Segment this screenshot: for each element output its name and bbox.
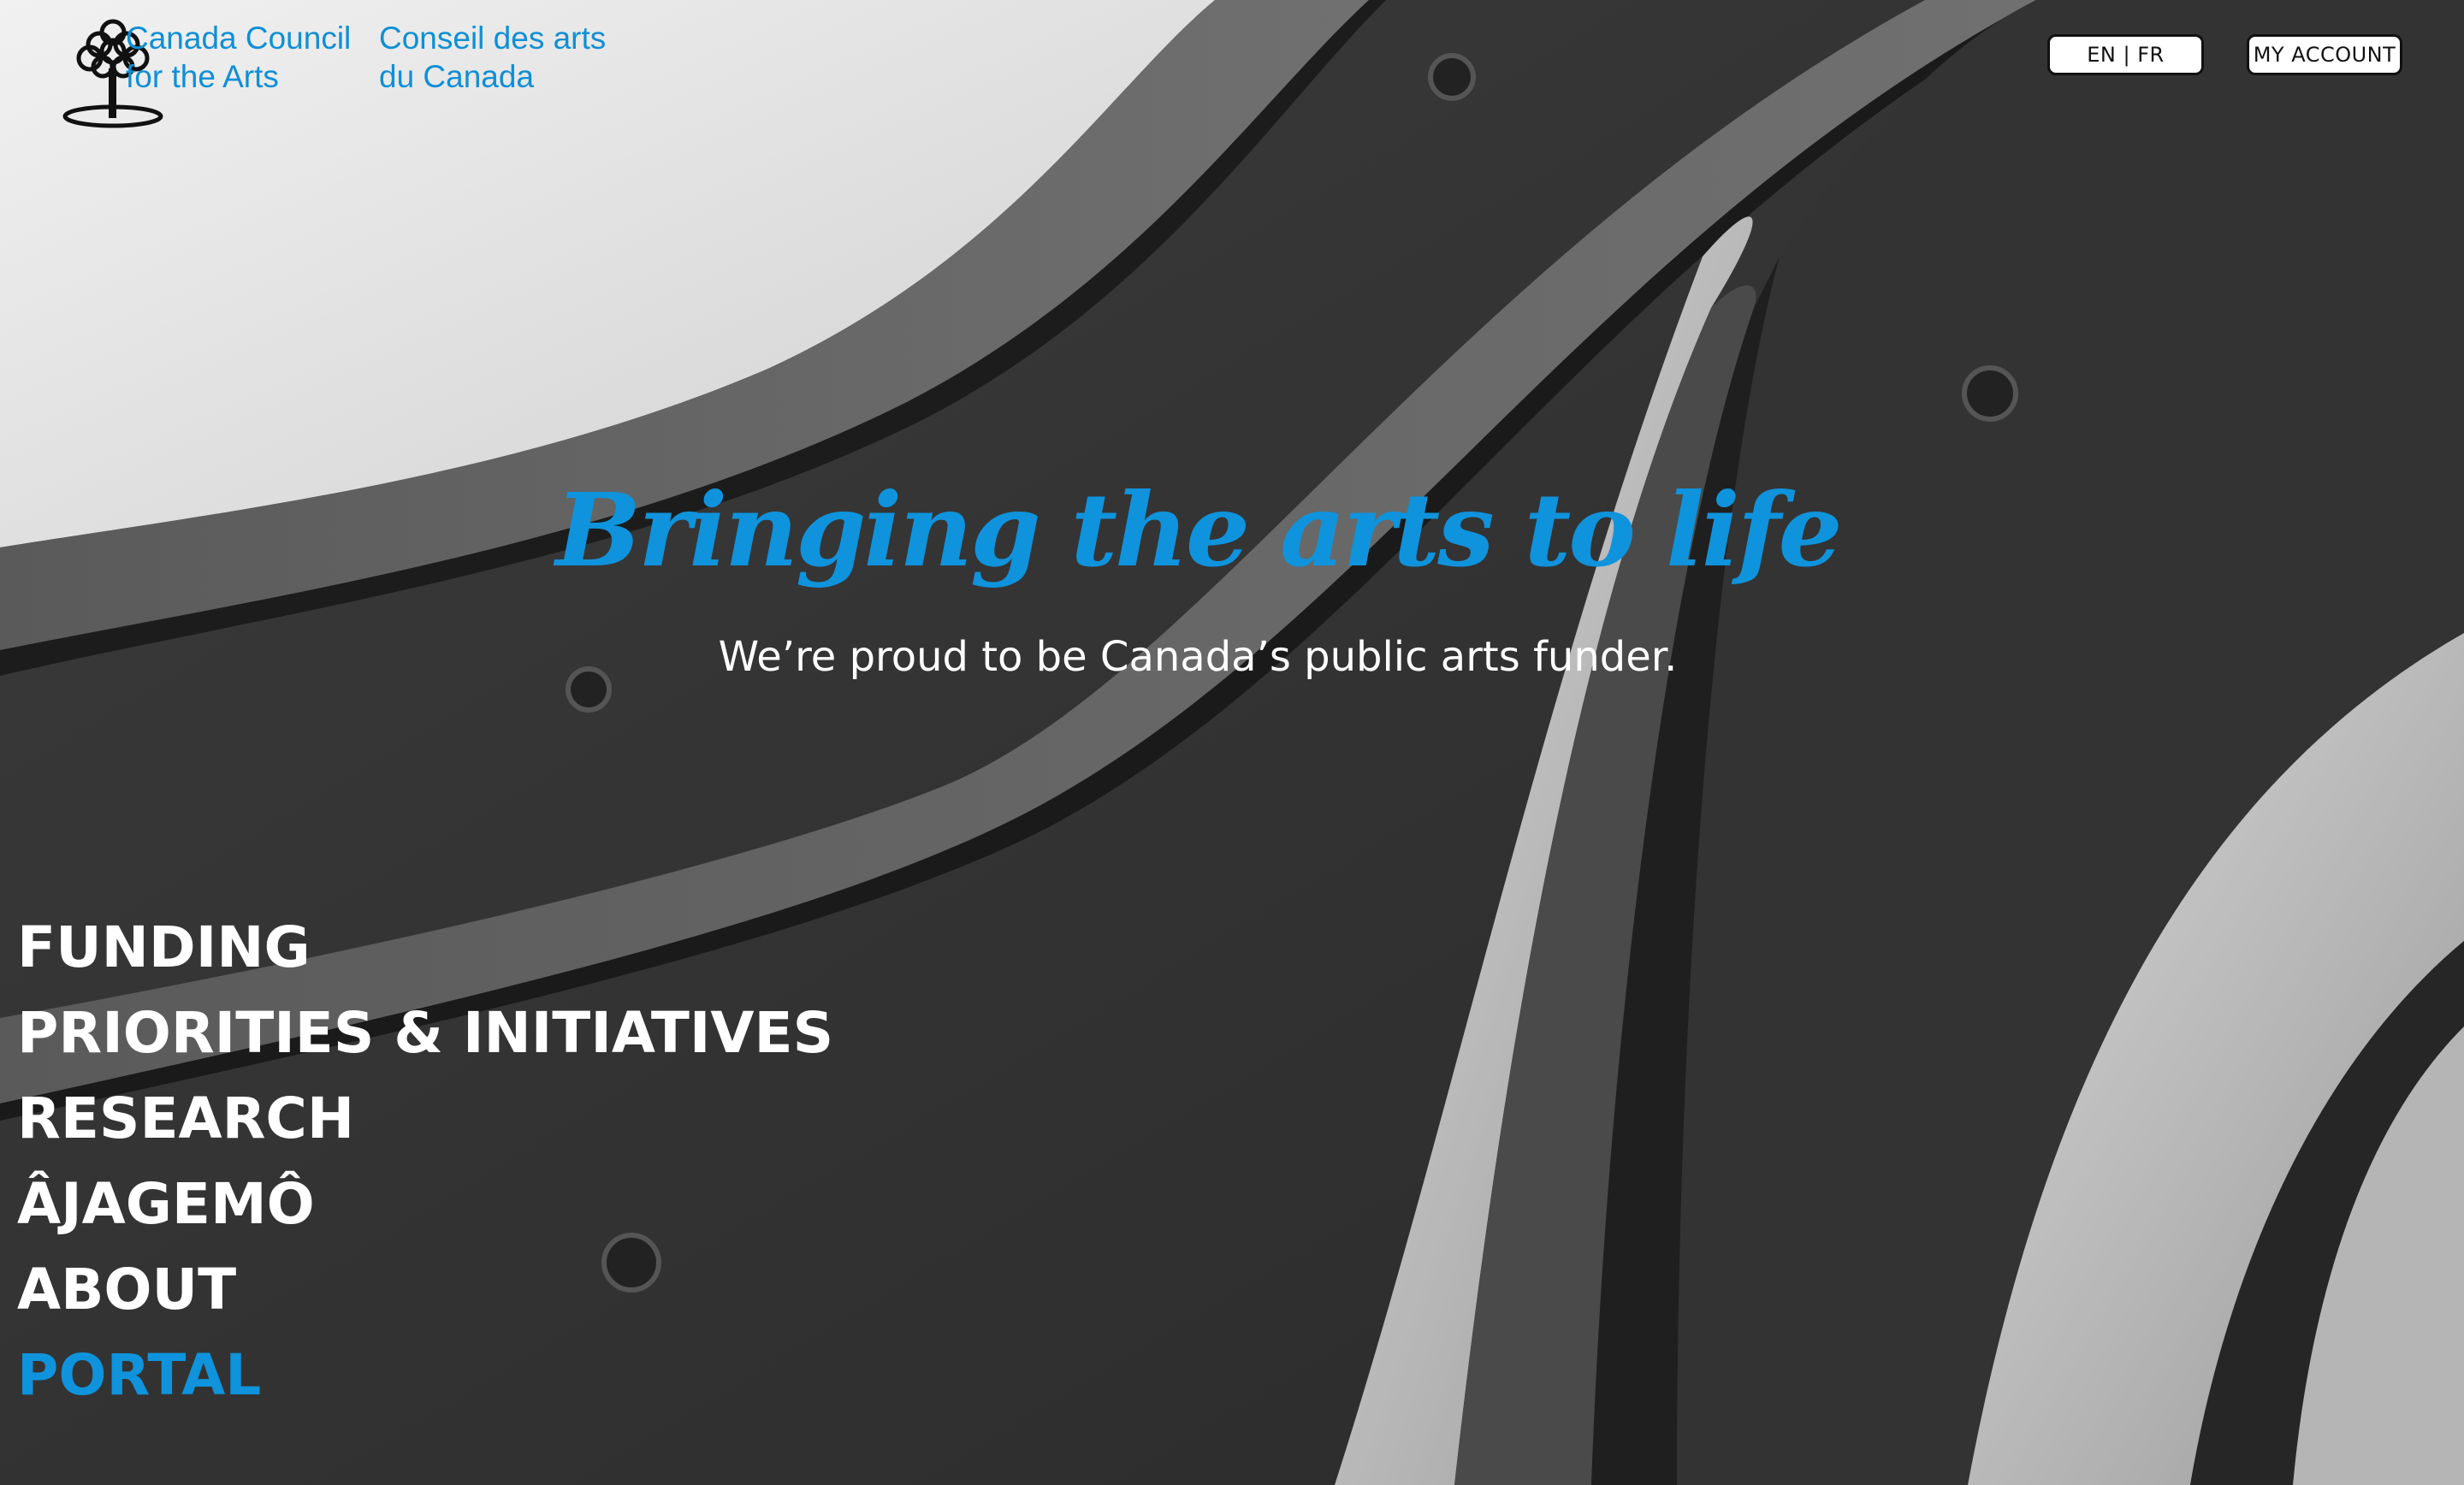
hero-subtitle: We’re proud to be Canada’s public arts f… xyxy=(718,633,1678,681)
nav-item-priorities-initiatives[interactable]: PRIORITIES & INITIATIVES xyxy=(17,991,833,1076)
logo-fr-line-2: du Canada xyxy=(379,59,535,94)
language-toggle-button[interactable]: EN | FR xyxy=(2047,34,2204,75)
nav-item-funding[interactable]: FUNDING xyxy=(17,905,833,991)
nav-item-research[interactable]: RESEARCH xyxy=(17,1076,833,1162)
nav-item-about[interactable]: ABOUT xyxy=(17,1247,833,1333)
logo-text-french: Conseil des arts du Canada xyxy=(379,19,606,96)
nav-item-ajagemo[interactable]: ÂJAGEMÔ xyxy=(17,1162,833,1247)
logo-text-english: Canada Council for the Arts xyxy=(126,19,351,96)
nav-item-portal[interactable]: PORTAL xyxy=(17,1333,833,1418)
main-navigation: FUNDING PRIORITIES & INITIATIVES RESEARC… xyxy=(17,905,833,1418)
logo-en-line-1: Canada Council xyxy=(126,21,352,56)
logo-fr-line-1: Conseil des arts xyxy=(379,21,607,56)
hero-title: Bringing the arts to life xyxy=(555,470,1842,589)
my-account-button[interactable]: MY ACCOUNT xyxy=(2247,34,2402,75)
logo-en-line-2: for the Arts xyxy=(126,59,279,94)
